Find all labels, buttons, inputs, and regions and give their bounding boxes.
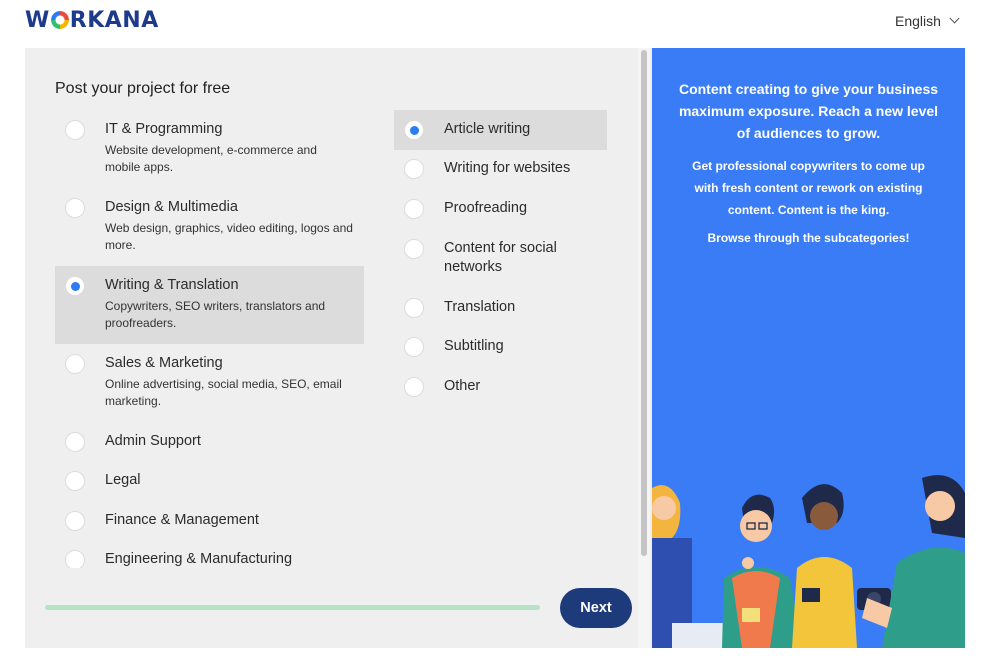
- subcategory-label: Content for social networks: [444, 240, 557, 275]
- workana-logo[interactable]: W RKANA: [25, 8, 159, 33]
- language-selector[interactable]: English: [895, 13, 960, 29]
- header: W RKANA English: [0, 0, 984, 46]
- radio-button[interactable]: [404, 377, 424, 397]
- subcategory-label: Article writing: [444, 121, 531, 137]
- next-button[interactable]: Next: [560, 588, 632, 628]
- logo-ring-icon: [50, 11, 69, 29]
- category-option-admin-support[interactable]: Admin Support: [55, 422, 364, 462]
- subcategory-option-article-writing[interactable]: Article writing: [394, 110, 607, 150]
- category-description: Website development, e-commerce and mobi…: [105, 143, 317, 174]
- subcategory-option-other[interactable]: Other: [394, 367, 607, 407]
- scrollbar[interactable]: [638, 48, 650, 648]
- category-option-engineering-manufacturing[interactable]: Engineering & Manufacturing: [55, 540, 364, 568]
- subcategory-option-translation[interactable]: Translation: [394, 288, 607, 328]
- subcategory-option-subtitling[interactable]: Subtitling: [394, 327, 607, 367]
- radio-button[interactable]: [65, 471, 85, 491]
- people-illustration: [652, 475, 965, 648]
- category-label: Legal: [105, 472, 141, 488]
- radio-button[interactable]: [65, 120, 85, 140]
- category-label: Sales & Marketing: [105, 355, 223, 371]
- category-label: Admin Support: [105, 433, 201, 449]
- radio-button[interactable]: [65, 511, 85, 531]
- subcategory-option-writing-for-websites[interactable]: Writing for websites: [394, 149, 607, 189]
- category-option-sales-marketing[interactable]: Sales & Marketing Online advertising, soc…: [55, 344, 364, 420]
- category-description: Online advertising, social media, SEO, e…: [105, 377, 342, 408]
- category-description: Web design, graphics, video editing, log…: [105, 221, 353, 252]
- category-label: Design & Multimedia: [105, 199, 238, 215]
- category-label: IT & Programming: [105, 121, 223, 137]
- radio-button[interactable]: [65, 198, 85, 218]
- radio-button[interactable]: [65, 432, 85, 452]
- radio-button[interactable]: [65, 550, 85, 568]
- promo-body: Get professional copywriters to come up …: [692, 159, 925, 217]
- category-label: Finance & Management: [105, 512, 259, 528]
- progress-bar: [45, 605, 540, 610]
- category-option-writing-translation[interactable]: Writing & Translation Copywriters, SEO wr…: [55, 266, 364, 344]
- radio-button[interactable]: [404, 239, 424, 259]
- category-option-design-multimedia[interactable]: Design & Multimedia Web design, graphics,…: [55, 188, 364, 264]
- subcategory-label: Writing for websites: [444, 160, 571, 176]
- subcategory-option-proofreading[interactable]: Proofreading: [394, 189, 607, 229]
- logo-text-start: W: [25, 8, 50, 33]
- chevron-down-icon: [949, 13, 960, 24]
- subcategory-label: Translation: [444, 299, 516, 315]
- category-label: Engineering & Manufacturing: [105, 551, 293, 567]
- radio-button[interactable]: [404, 298, 424, 318]
- language-label: English: [895, 13, 941, 29]
- radio-button-selected[interactable]: [65, 276, 85, 296]
- radio-button-selected[interactable]: [404, 120, 424, 140]
- page-title: Post your project for free: [55, 80, 231, 97]
- promo-panel: Content creating to give your business m…: [652, 48, 965, 648]
- radio-button[interactable]: [404, 199, 424, 219]
- category-option-legal[interactable]: Legal: [55, 461, 364, 501]
- radio-button[interactable]: [65, 354, 85, 374]
- logo-text-end: RKANA: [69, 8, 159, 33]
- category-option-it-programming[interactable]: IT & Programming Website development, e-c…: [55, 110, 364, 186]
- radio-button[interactable]: [404, 337, 424, 357]
- category-label: Writing & Translation: [105, 277, 239, 293]
- promo-cta: Browse through the subcategories!: [707, 231, 910, 245]
- scrollbar-thumb[interactable]: [641, 50, 647, 556]
- category-option-finance-management[interactable]: Finance & Management: [55, 501, 364, 541]
- category-description: Copywriters, SEO writers, translators an…: [105, 299, 326, 330]
- subcategory-label: Proofreading: [444, 200, 528, 216]
- subcategory-option-content-social-networks[interactable]: Content for social networks: [394, 229, 607, 287]
- subcategory-label: Other: [444, 378, 481, 394]
- subcategory-label: Subtitling: [444, 338, 504, 354]
- promo-headline: Content creating to give your business m…: [678, 81, 939, 141]
- radio-button[interactable]: [404, 159, 424, 179]
